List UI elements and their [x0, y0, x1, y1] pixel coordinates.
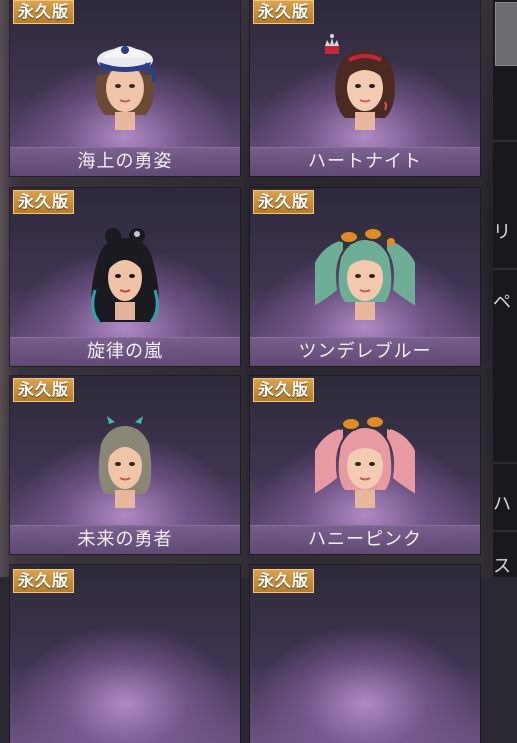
tiara-avatar-icon — [325, 34, 395, 130]
side-divider — [493, 268, 517, 270]
silver-hair-avatar-icon — [98, 416, 152, 508]
costume-name: 旋律の嵐 — [10, 337, 240, 366]
costume-name: ハニーピンク — [250, 525, 480, 554]
costume-card[interactable]: 永久版 ツンデレブルー — [250, 188, 480, 366]
side-menu-header — [495, 2, 517, 66]
permanent-badge: 永久版 — [13, 190, 75, 214]
costume-card[interactable]: 永久版 旋律の嵐 — [10, 188, 240, 366]
costume-card[interactable]: 永久版 ハートナイト — [250, 0, 480, 176]
costume-card[interactable]: 永久版 未来の勇者 — [10, 376, 240, 554]
costume-card[interactable]: 永久版 海上の勇姿 — [10, 0, 240, 176]
side-divider — [493, 140, 517, 142]
costume-card[interactable]: 永久版 ハニーピンク — [250, 376, 480, 554]
twin-bun-avatar-icon — [91, 228, 159, 323]
costume-card[interactable]: 永久版 — [10, 565, 240, 743]
side-divider — [493, 530, 517, 532]
permanent-badge: 永久版 — [253, 0, 315, 24]
permanent-badge: 永久版 — [253, 378, 315, 402]
side-tab[interactable]: リ — [493, 218, 517, 244]
side-divider — [493, 462, 517, 464]
sailor-cap-avatar-icon — [96, 46, 156, 130]
permanent-badge: 永久版 — [253, 569, 315, 593]
costume-grid: 永久版 海上の勇姿 永久版 ハートナイト 永久版 旋律の嵐 永久版 ツンデレブル… — [10, 0, 480, 743]
permanent-badge: 永久版 — [253, 190, 315, 214]
costume-name: 未来の勇者 — [10, 525, 240, 554]
side-tab[interactable]: ス — [493, 552, 517, 578]
side-tab[interactable]: ハ — [493, 490, 517, 516]
costume-card[interactable]: 永久版 — [250, 565, 480, 743]
costume-name: ツンデレブルー — [250, 337, 480, 366]
costume-name: 海上の勇姿 — [10, 147, 240, 176]
side-menu: リ ペ ハ ス — [493, 0, 517, 577]
costume-name: ハートナイト — [250, 147, 480, 176]
permanent-badge: 永久版 — [13, 0, 75, 24]
pink-twintail-avatar-icon — [315, 415, 415, 508]
permanent-badge: 永久版 — [13, 378, 75, 402]
green-twintail-avatar-icon — [315, 227, 415, 320]
side-tab[interactable]: ペ — [493, 288, 517, 314]
permanent-badge: 永久版 — [13, 569, 75, 593]
